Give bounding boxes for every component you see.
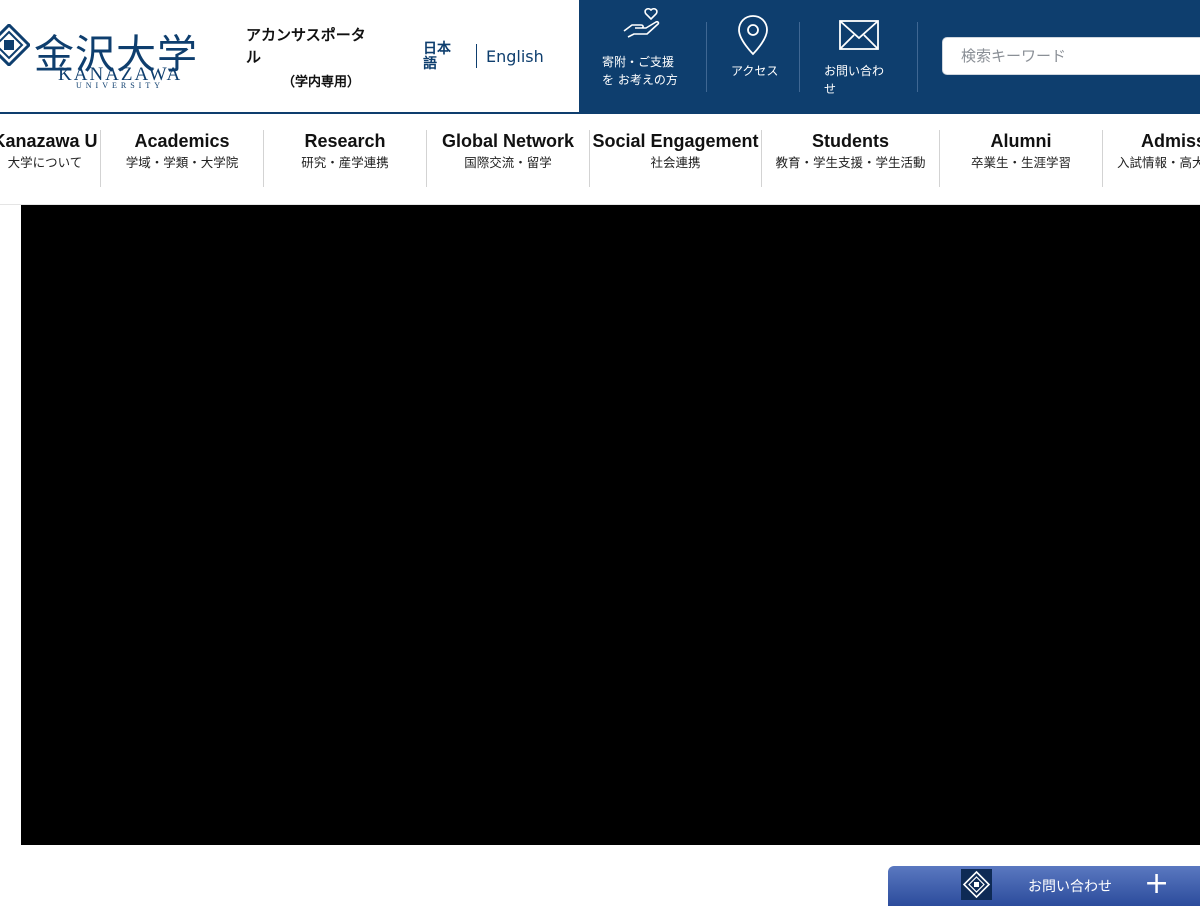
nav-item-ja: 教育・学生支援・学生活動 <box>775 155 926 170</box>
plus-icon[interactable]: + <box>1144 869 1169 899</box>
nav-item-ja: 入試情報・高大接続 <box>1117 155 1200 170</box>
nav-item-en: Students <box>811 131 889 151</box>
nav-item-en: Research <box>304 131 386 151</box>
nav-item-ja: 社会連携 <box>650 155 701 170</box>
access-link[interactable]: アクセス <box>707 0 799 114</box>
nav-item-ja: 国際交流・留学 <box>464 155 552 170</box>
nav-item-ja: 学域・学類・大学院 <box>125 155 239 170</box>
hero-video[interactable] <box>21 205 1200 845</box>
header-brand-area: 金沢大学 KANAZAWA UNIVERSITY アカンサスポータル （学内専用… <box>0 0 579 115</box>
nav-item-alumni[interactable]: Alumni 卒業生・生涯学習 <box>940 130 1102 188</box>
nav-item-students[interactable]: Students 教育・学生支援・学生活動 <box>762 130 939 188</box>
nav-item-global-network[interactable]: Global Network 国際交流・留学 <box>427 130 589 188</box>
acanthus-portal-note: （学内専用） <box>282 75 361 90</box>
nav-item-research[interactable]: Research 研究・産学連携 <box>264 130 426 188</box>
language-english-link[interactable]: English <box>486 47 544 66</box>
global-nav: Kanazawa U 大学について Academics 学域・学類・大学院 Re… <box>0 114 1200 205</box>
nav-item-ja: 研究・産学連携 <box>301 155 389 170</box>
nav-item-admissions[interactable]: Admissions 入試情報・高大接続 <box>1103 130 1200 188</box>
language-divider <box>476 44 477 68</box>
nav-item-ja: 卒業生・生涯学習 <box>970 155 1071 170</box>
nav-item-social-engagement[interactable]: Social Engagement 社会連携 <box>590 130 761 188</box>
nav-item-en: Alumni <box>990 131 1052 151</box>
nav-item-about[interactable]: Kanazawa U 大学について <box>0 130 100 188</box>
floating-contact-bar[interactable]: お問い合わせ + <box>888 866 1200 906</box>
search-box <box>942 37 1200 75</box>
nav-item-en: Social Engagement <box>592 131 759 151</box>
nav-item-en: Kanazawa U <box>0 131 98 151</box>
nav-item-academics[interactable]: Academics 学域・学類・大学院 <box>101 130 263 188</box>
access-label: アクセス <box>731 64 779 78</box>
university-emblem-icon <box>0 24 30 66</box>
donate-link[interactable]: 寄附・ご支援を お考えの方 <box>579 0 707 114</box>
nav-item-en: Global Network <box>441 131 575 151</box>
floating-contact-label: お問い合わせ <box>1028 879 1112 895</box>
language-japanese-link[interactable]: 日本語 <box>423 42 457 72</box>
donate-label: 寄附・ご支援を お考えの方 <box>602 55 678 87</box>
university-emblem-icon <box>961 869 992 900</box>
nav-item-en: Academics <box>134 131 230 151</box>
acanthus-portal-link[interactable]: アカンサスポータル <box>246 24 376 68</box>
heart-hand-icon <box>623 7 660 38</box>
nav-item-ja: 大学について <box>7 155 83 170</box>
header-separator <box>917 22 918 92</box>
logo-subtitle: UNIVERSITY <box>76 81 164 90</box>
site-header: 金沢大学 KANAZAWA UNIVERSITY アカンサスポータル （学内専用… <box>0 0 1200 115</box>
nav-item-en: Admissions <box>1141 131 1200 151</box>
mail-icon <box>839 20 879 50</box>
contact-link[interactable]: お問い合わせ <box>800 0 918 114</box>
map-pin-icon <box>738 15 768 56</box>
search-input[interactable] <box>959 46 1200 66</box>
contact-label: お問い合わせ <box>824 64 885 96</box>
university-logo[interactable]: 金沢大学 KANAZAWA UNIVERSITY <box>0 18 210 92</box>
